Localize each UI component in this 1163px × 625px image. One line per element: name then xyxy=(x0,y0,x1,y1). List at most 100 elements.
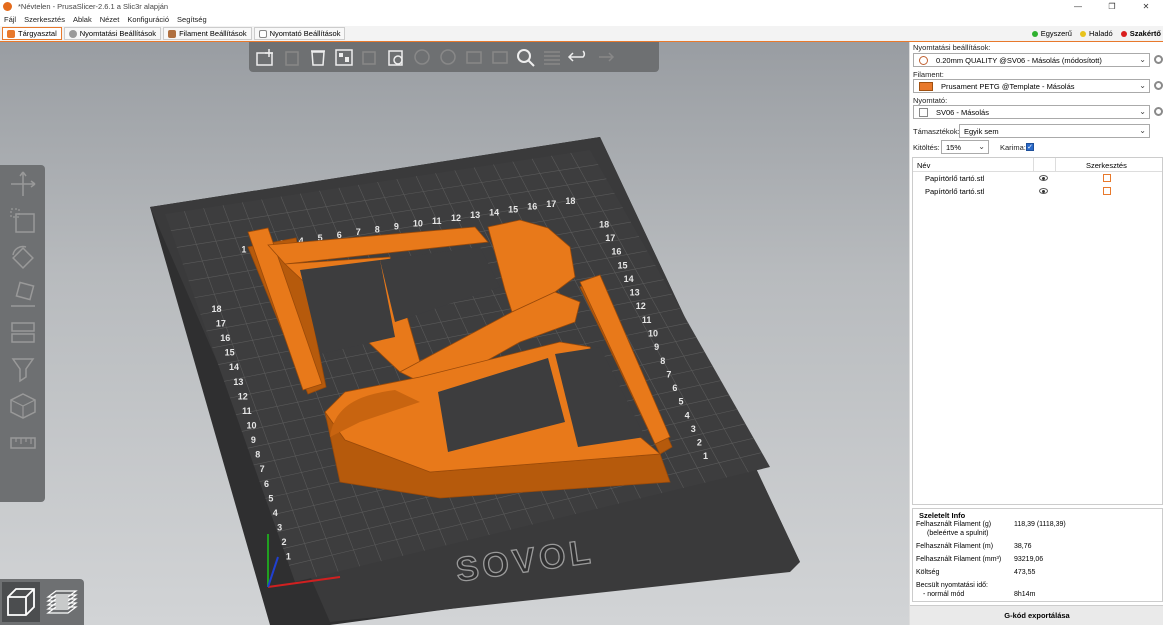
rotate-button[interactable] xyxy=(0,239,45,276)
minimize-button[interactable]: — xyxy=(1061,0,1095,13)
gear-icon xyxy=(68,29,77,38)
infill-combo[interactable]: 15% ⌄ xyxy=(941,140,989,154)
edit-icon[interactable] xyxy=(1103,187,1111,195)
print-settings-combo[interactable]: 0.20mm QUALITY @SV06 - Másolás (módosíto… xyxy=(913,53,1150,67)
eye-icon[interactable] xyxy=(1039,175,1048,181)
menu-view[interactable]: Nézet xyxy=(100,15,120,24)
cut-button[interactable] xyxy=(0,313,45,350)
tick-label: 8 xyxy=(660,356,665,366)
tab-bar: Tárgyasztal Nyomtatási Beállítások Filam… xyxy=(0,26,1163,42)
printer-label: Nyomtató: xyxy=(913,96,948,105)
mode-simple-dot xyxy=(1031,30,1038,37)
gear-icon xyxy=(919,55,928,65)
mode-advanced-dot xyxy=(1079,30,1086,37)
print-settings-label: Nyomtatási beállítások: xyxy=(913,43,991,52)
export-gcode-button[interactable]: G-kód exportálása xyxy=(910,605,1163,625)
filament-combo[interactable]: Prusament PETG @Template - Másolás ⌄ xyxy=(913,79,1150,93)
tick-label: 2 xyxy=(697,438,702,448)
maximize-button[interactable]: ❐ xyxy=(1095,0,1129,13)
list-item[interactable]: Papírtörlő tartó.stl xyxy=(913,172,1162,185)
search-button[interactable] xyxy=(513,45,539,69)
tick-label: 18 xyxy=(565,196,575,206)
print-settings-edit-icon[interactable] xyxy=(1154,55,1163,64)
redo-button[interactable] xyxy=(591,45,617,69)
tick-label: 12 xyxy=(238,391,248,401)
mode-advanced[interactable]: Haladó xyxy=(1079,27,1113,40)
menu-configuration[interactable]: Konfiguráció xyxy=(127,15,169,24)
paint-supports-button[interactable] xyxy=(0,350,45,387)
tick-label: 13 xyxy=(470,210,480,220)
tick-label: 16 xyxy=(220,333,230,343)
tab-plater[interactable]: Tárgyasztal xyxy=(2,27,62,40)
split-objects-button[interactable] xyxy=(461,45,487,69)
undo-button[interactable] xyxy=(565,45,591,69)
preview-button[interactable] xyxy=(42,582,80,622)
chevron-down-icon: ⌄ xyxy=(978,142,985,151)
tick-label: 15 xyxy=(225,348,235,358)
3d-viewport[interactable]: 1234567891011121314151617181234567891011… xyxy=(0,42,909,625)
add-instance-button[interactable] xyxy=(409,45,435,69)
eye-icon[interactable] xyxy=(1039,188,1048,194)
measure-button[interactable] xyxy=(0,424,45,461)
printer-icon xyxy=(258,29,267,38)
delete-icon xyxy=(285,51,299,66)
close-button[interactable]: ✕ xyxy=(1129,0,1163,13)
tick-label: 5 xyxy=(268,493,273,503)
tab-printer-settings[interactable]: Nyomtató Beállítások xyxy=(253,27,346,40)
object-list-header: Név Szerkesztés xyxy=(913,158,1162,172)
remove-instance-button[interactable] xyxy=(435,45,461,69)
split-parts-button[interactable] xyxy=(487,45,513,69)
split-objects-icon xyxy=(466,51,482,64)
tick-label: 4 xyxy=(273,508,278,518)
column-edit[interactable]: Szerkesztés xyxy=(1086,161,1127,170)
add-icon xyxy=(256,49,273,66)
edit-icon[interactable] xyxy=(1103,174,1111,182)
copy-button[interactable] xyxy=(357,45,383,69)
printer-combo[interactable]: SV06 - Másolás ⌄ xyxy=(913,105,1150,119)
place-on-face-button[interactable] xyxy=(0,276,45,313)
layers-editing-button[interactable] xyxy=(539,45,565,69)
delete-button[interactable] xyxy=(279,45,305,69)
column-name[interactable]: Név xyxy=(917,161,930,170)
mode-expert[interactable]: Szakértő xyxy=(1120,27,1161,40)
tick-label: 15 xyxy=(617,260,627,270)
menu-help[interactable]: Segítség xyxy=(177,15,207,24)
add-button[interactable] xyxy=(253,45,279,69)
tick-label: 18 xyxy=(212,304,222,314)
list-item[interactable]: Papírtörlő tartó.stl xyxy=(913,185,1162,198)
tick-label: 12 xyxy=(451,213,461,223)
tick-label: 8 xyxy=(375,224,380,234)
tick-label: 14 xyxy=(624,274,634,284)
delete-all-button[interactable] xyxy=(305,45,331,69)
supports-combo[interactable]: Egyik sem ⌄ xyxy=(959,124,1150,138)
place-on-face-icon xyxy=(10,281,35,307)
title-bar: *Névtelen - PrusaSlicer-2.6.1 a Slic3r a… xyxy=(0,0,1163,13)
menu-file[interactable]: Fájl xyxy=(4,15,16,24)
rotate-icon xyxy=(11,245,34,269)
tab-print-settings[interactable]: Nyomtatási Beállítások xyxy=(63,27,162,40)
mode-simple[interactable]: Egyszerű xyxy=(1031,27,1072,40)
bed-scene[interactable]: 1234567891011121314151617181234567891011… xyxy=(0,42,909,625)
view-switch xyxy=(0,579,84,625)
paint-supports-icon xyxy=(11,357,34,382)
seam-painting-button[interactable] xyxy=(0,387,45,424)
tick-label: 12 xyxy=(636,301,646,311)
paste-button[interactable] xyxy=(383,45,409,69)
tick-label: 3 xyxy=(277,523,282,533)
scale-button[interactable] xyxy=(0,202,45,239)
filament-edit-icon[interactable] xyxy=(1154,81,1163,90)
menu-window[interactable]: Ablak xyxy=(73,15,92,24)
left-toolbar xyxy=(0,165,45,502)
move-button[interactable] xyxy=(0,165,45,202)
tab-filament-settings[interactable]: Filament Beállítások xyxy=(163,27,252,40)
3d-view-button[interactable] xyxy=(2,582,40,622)
tick-label: 10 xyxy=(247,421,257,431)
arrange-button[interactable] xyxy=(331,45,357,69)
move-icon xyxy=(10,171,35,196)
add-instance-icon xyxy=(414,49,430,65)
brim-checkbox[interactable]: ✓ xyxy=(1026,143,1034,151)
tick-label: 10 xyxy=(413,219,423,229)
printer-edit-icon[interactable] xyxy=(1154,107,1163,116)
menu-edit[interactable]: Szerkesztés xyxy=(24,15,65,24)
tick-label: 3 xyxy=(691,424,696,434)
